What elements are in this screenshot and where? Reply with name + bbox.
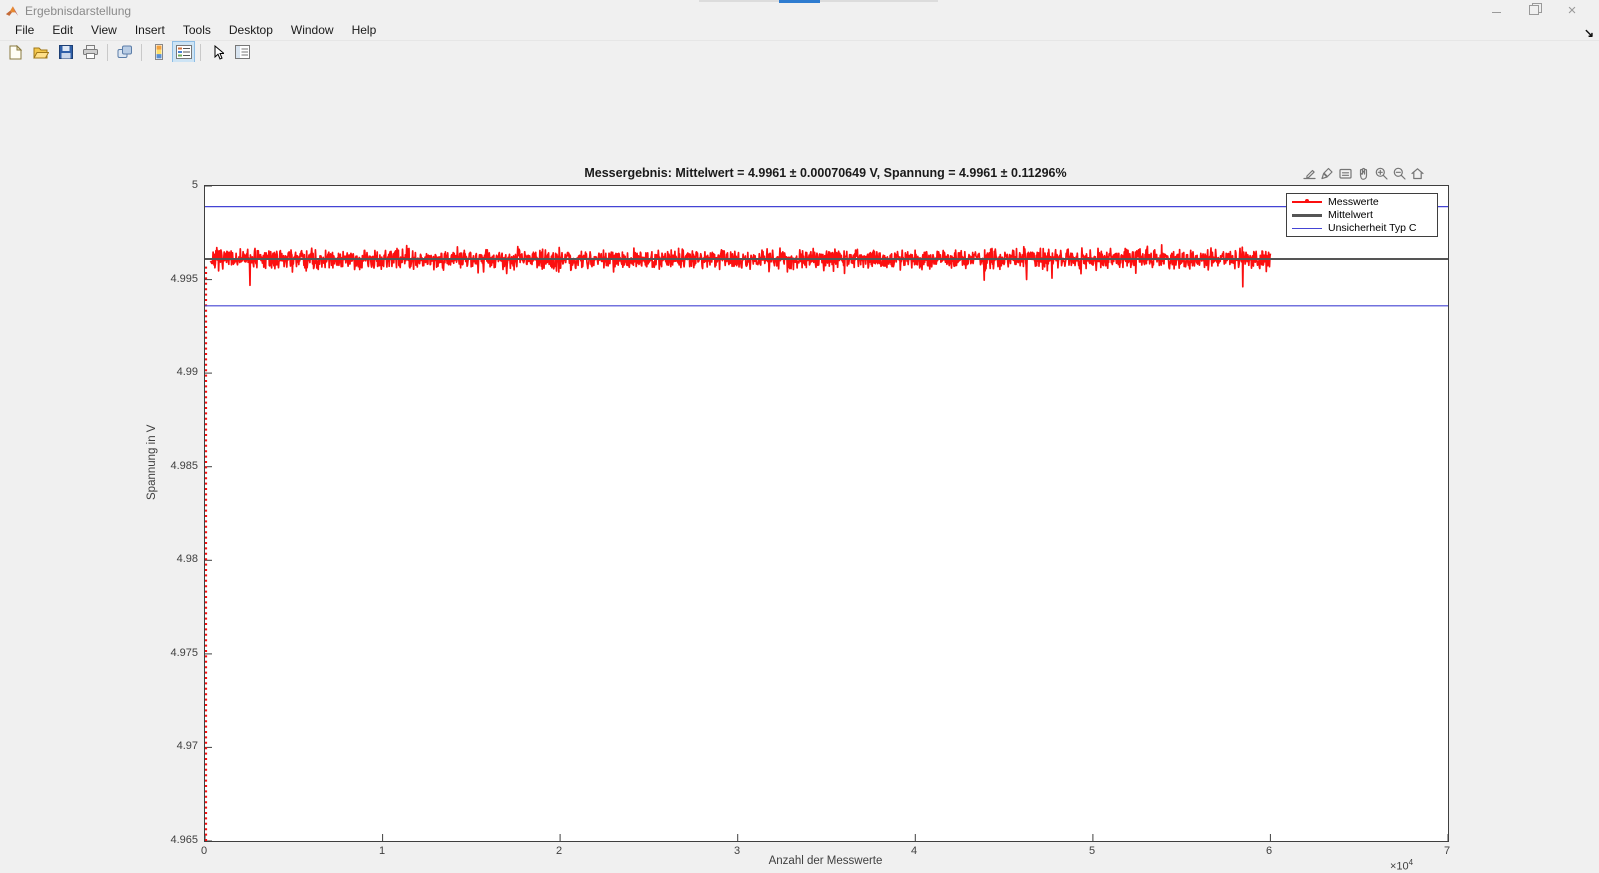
restore-icon <box>1529 3 1542 15</box>
link-plot-button[interactable] <box>113 41 136 63</box>
legend-swatch-messwerte-marker <box>1305 199 1309 204</box>
matlab-logo-icon <box>5 5 19 16</box>
new-figure-icon <box>9 44 22 59</box>
save-figure-button[interactable] <box>54 41 77 63</box>
toolbar-separator <box>200 43 201 61</box>
pan-icon[interactable] <box>1355 165 1371 181</box>
y-tick-label: 4.995 <box>170 273 198 285</box>
legend-label: Messwerte <box>1328 195 1379 208</box>
insert-legend-icon <box>175 45 192 59</box>
menu-desktop[interactable]: Desktop <box>220 21 282 39</box>
print-figure-button[interactable] <box>79 41 102 63</box>
y-tick-label: 4.97 <box>176 740 198 752</box>
print-figure-icon <box>83 45 98 59</box>
legend-label: Unsicherheit Typ C <box>1328 222 1417 235</box>
menu-window[interactable]: Window <box>282 21 343 39</box>
legend-entry-unsicherheit: Unsicherheit Typ C <box>1287 222 1437 235</box>
menu-bar: File Edit View Insert Tools Desktop Wind… <box>0 20 1599 39</box>
minimize-icon <box>1491 11 1501 13</box>
legend-swatch-messwerte-line <box>1292 199 1322 204</box>
y-tick-label: 4.98 <box>176 553 198 565</box>
zoom-out-icon[interactable] <box>1391 165 1407 181</box>
open-file-button[interactable] <box>29 41 52 63</box>
y-tick-label: 4.99 <box>176 366 198 378</box>
zoom-in-icon[interactable] <box>1373 165 1389 181</box>
brush-icon[interactable] <box>1319 165 1335 181</box>
y-tick-label: 4.975 <box>170 647 198 659</box>
x-axis-label: Anzahl der Messwerte <box>768 855 883 867</box>
datatip-icon[interactable] <box>1337 165 1353 181</box>
menu-file[interactable]: File <box>6 21 43 39</box>
figure-toolbar <box>0 40 1599 63</box>
plot-browser-button[interactable] <box>231 41 254 63</box>
toolbar-separator <box>141 43 142 61</box>
figure-canvas: Messergebnis: Mittelwert = 4.9961 ± 0.00… <box>0 62 1599 873</box>
export-icon[interactable] <box>1301 165 1317 181</box>
open-file-icon <box>32 47 49 58</box>
y-axis-label: Spannung in V <box>146 424 158 500</box>
plot-title: Messergebnis: Mittelwert = 4.9961 ± 0.00… <box>584 166 1067 180</box>
menu-help[interactable]: Help <box>343 21 386 39</box>
insert-colorbar-icon <box>154 44 163 60</box>
save-figure-icon <box>58 45 73 59</box>
minimize-button[interactable] <box>1477 0 1515 20</box>
legend-entry-messwerte: Messwerte <box>1287 195 1437 208</box>
restore-button[interactable] <box>1515 0 1553 20</box>
toolbar-separator <box>107 43 108 61</box>
new-figure-button[interactable] <box>4 41 27 63</box>
legend-entry-mittelwert: Mittelwert <box>1287 209 1437 222</box>
chart-canvas <box>205 186 1448 841</box>
axes-toolbar <box>1301 165 1425 181</box>
menu-insert[interactable]: Insert <box>126 21 174 39</box>
window-title: Ergebnisdarstellung <box>25 4 132 18</box>
close-button[interactable]: × <box>1553 0 1591 20</box>
link-plot-icon <box>117 45 132 58</box>
restore-view-icon[interactable] <box>1409 165 1425 181</box>
plot-area <box>204 185 1449 842</box>
legend-label: Mittelwert <box>1328 209 1373 221</box>
menu-tools[interactable]: Tools <box>174 21 220 39</box>
legend-swatch-unsicherheit-line <box>1292 227 1322 229</box>
dock-figure-arrow-icon[interactable]: ↘ <box>1584 27 1594 39</box>
menu-view[interactable]: View <box>82 21 126 39</box>
menu-edit[interactable]: Edit <box>43 21 82 39</box>
legend-swatch-mittelwert-line <box>1292 213 1322 217</box>
insert-colorbar-button[interactable] <box>147 41 170 63</box>
insert-legend-button[interactable] <box>172 41 195 63</box>
window-titlebar: Ergebnisdarstellung × <box>0 0 1599 20</box>
legend-box[interactable]: Messwerte Mittelwert Unsicherheit Typ C <box>1286 193 1438 237</box>
plot-browser-icon <box>235 45 250 59</box>
edit-plot-button[interactable] <box>206 41 229 63</box>
y-tick-label: 5 <box>191 179 198 191</box>
edit-plot-arrow-icon <box>214 44 224 60</box>
